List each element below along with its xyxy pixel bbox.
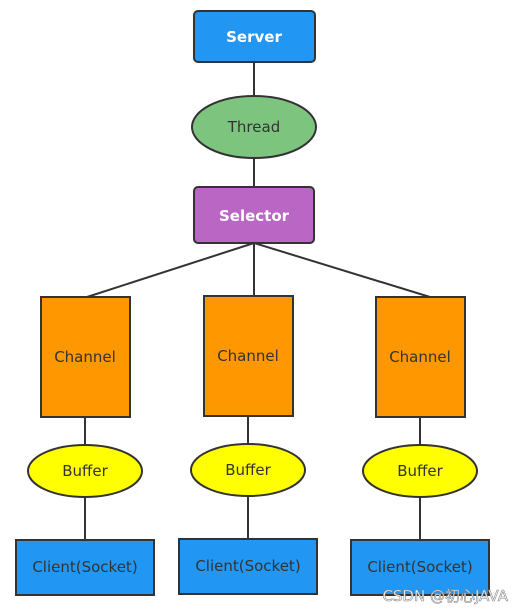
edge-selector-channel-3 <box>253 242 431 298</box>
nio-diagram: Server Thread Selector Channel Channel C… <box>15 10 509 605</box>
selector-label: Selector <box>219 207 290 225</box>
watermark: CSDN @初心JAVA <box>382 587 508 605</box>
buffer-label-1: Buffer <box>62 462 108 480</box>
channel-label-2: Channel <box>217 347 279 365</box>
client-label-2: Client(Socket) <box>195 557 300 575</box>
server-label: Server <box>226 28 282 46</box>
thread-label: Thread <box>227 118 280 136</box>
buffer-label-3: Buffer <box>397 462 443 480</box>
client-label-3: Client(Socket) <box>367 558 472 576</box>
buffer-label-2: Buffer <box>225 461 271 479</box>
client-label-1: Client(Socket) <box>32 558 137 576</box>
channel-label-1: Channel <box>54 348 116 366</box>
channel-label-3: Channel <box>389 348 451 366</box>
edge-selector-channel-1 <box>86 242 255 298</box>
